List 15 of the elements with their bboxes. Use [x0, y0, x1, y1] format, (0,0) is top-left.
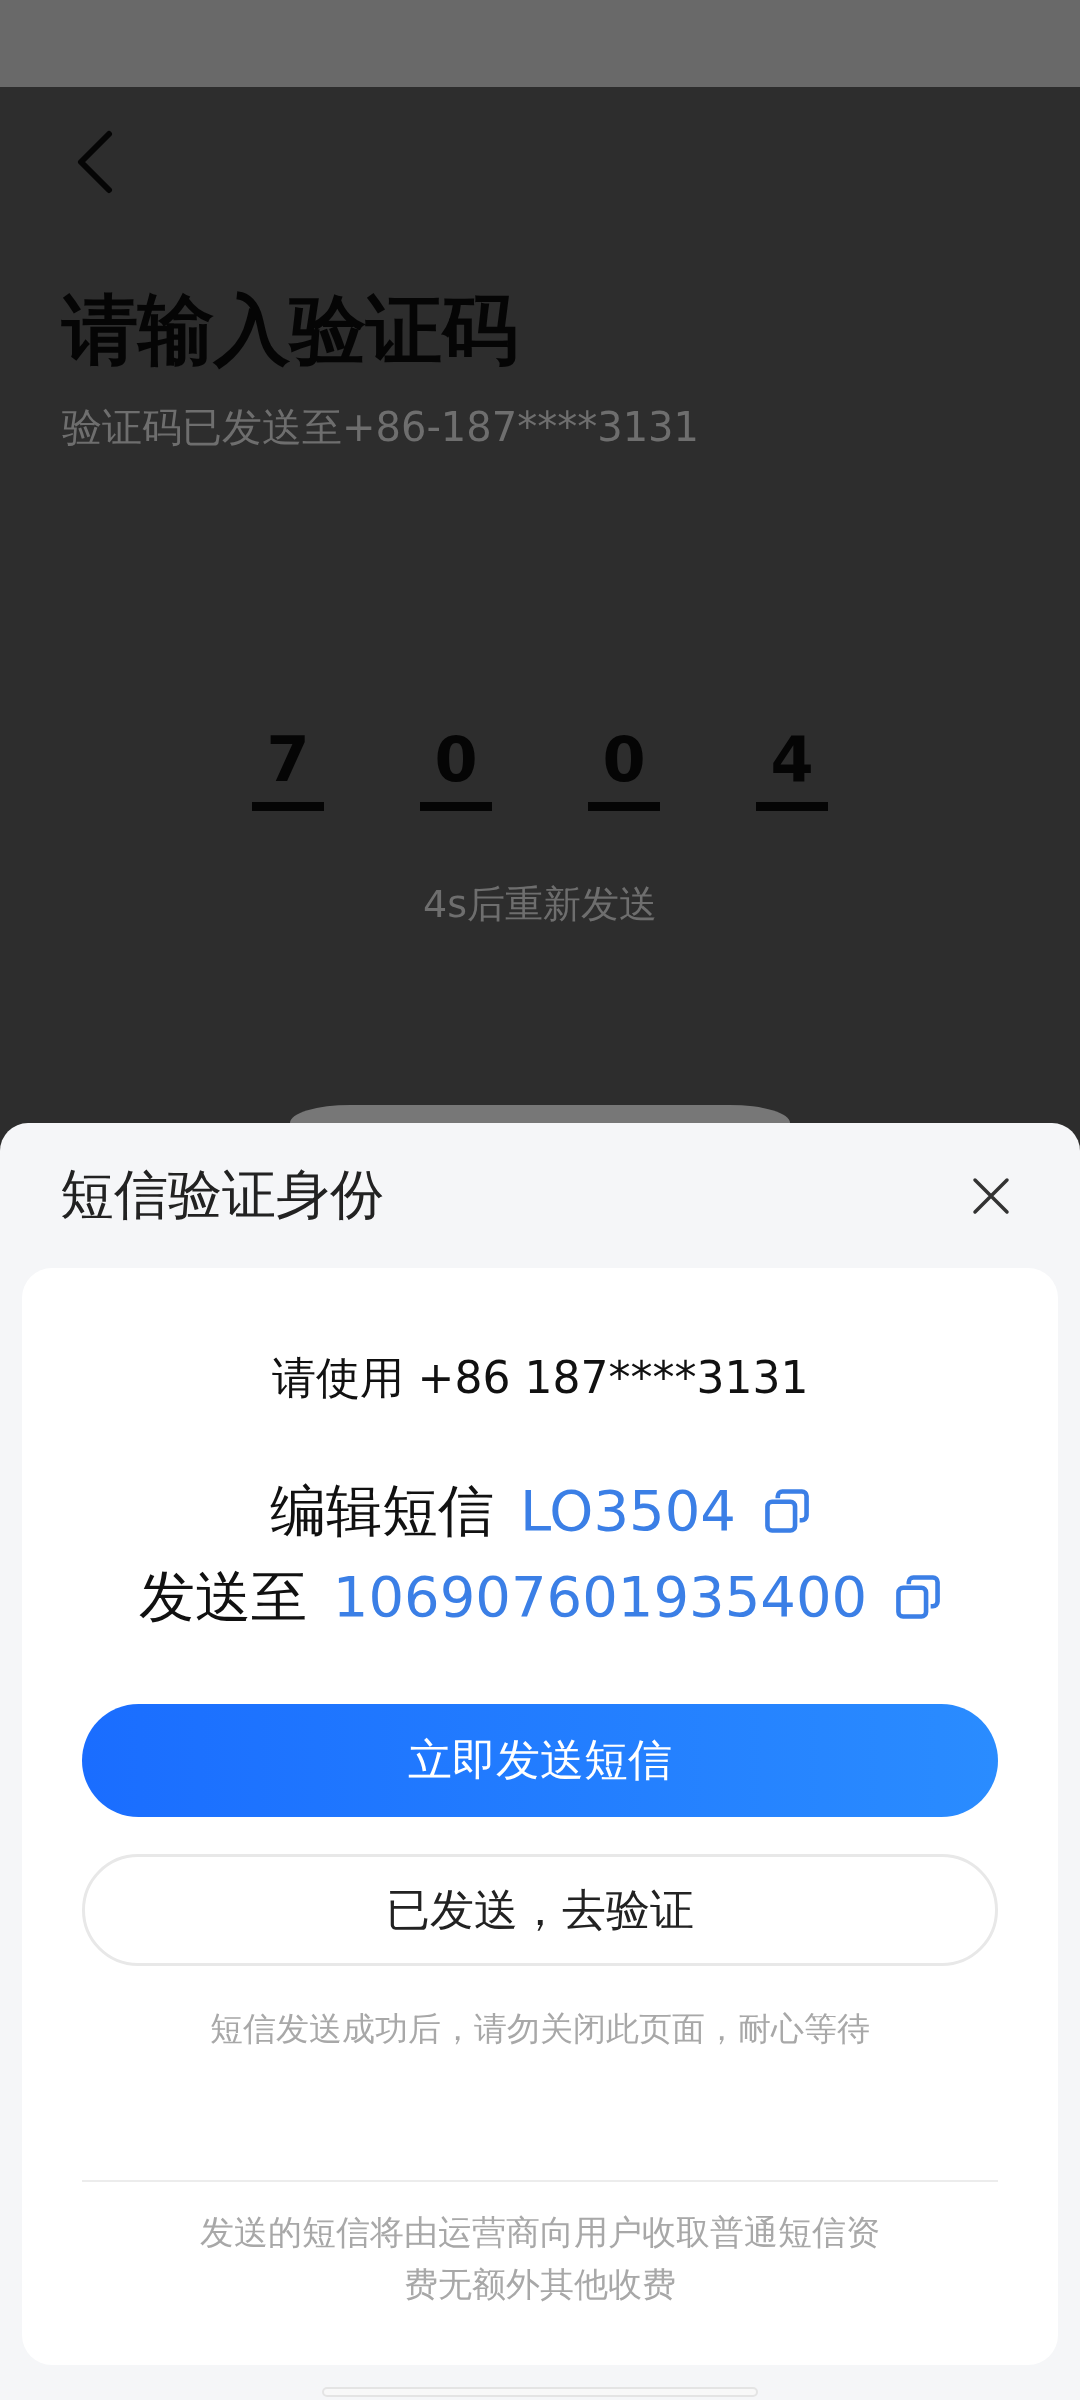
page-subtitle: 验证码已发送至+86-187****3131: [62, 403, 700, 452]
row-label: 编辑短信: [270, 1477, 495, 1545]
copy-icon[interactable]: [763, 1488, 810, 1534]
fee-notice: 发送的短信将由运营商向用户收取普通短信资费无额外其他收费: [199, 2211, 881, 2306]
copy-icon[interactable]: [895, 1574, 942, 1620]
row-label: 发送至: [138, 1563, 307, 1631]
verify-button[interactable]: 已发送，去验证: [82, 1854, 998, 1966]
hint-text: 短信发送成功后，请勿关闭此页面，耐心等待: [210, 2008, 870, 2050]
row-value: 106907601935400: [332, 1563, 868, 1631]
sheet-title: 短信验证身份: [60, 1162, 384, 1228]
instruction-text: 请使用 +86 187****3131: [271, 1351, 809, 1405]
resend-countdown: 4s后重新发送: [422, 881, 658, 928]
row-value: LO3504: [520, 1477, 736, 1545]
close-icon[interactable]: [972, 1176, 1010, 1215]
send-sms-button[interactable]: 立即发送短信: [82, 1704, 998, 1817]
